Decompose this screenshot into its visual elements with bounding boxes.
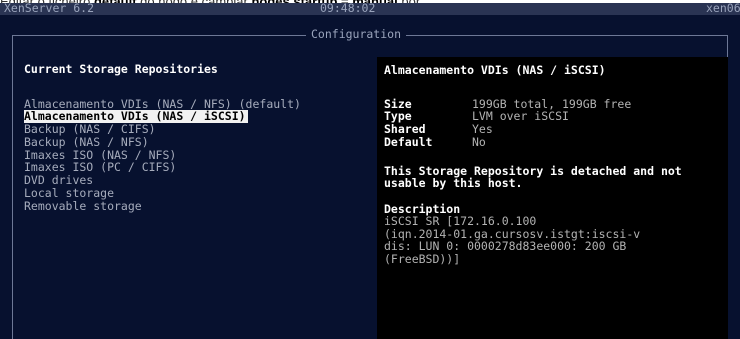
sr-item-label: Removable storage bbox=[24, 199, 142, 213]
status-bar: XenServer 6.2 09:48:02 xen06 bbox=[0, 3, 740, 15]
sr-item[interactable]: DVD drives bbox=[24, 174, 376, 187]
panel-heading: Current Storage Repositories bbox=[24, 62, 218, 76]
sr-item[interactable]: Local storage bbox=[24, 187, 376, 200]
properties-table: Size 199GB total, 199GB free Type LVM over … bbox=[384, 97, 722, 149]
property-row: Default No bbox=[384, 136, 722, 149]
property-value: Yes bbox=[472, 122, 493, 137]
sr-item-label: Almacenamento VDIs (NAS / iSCSI) bbox=[24, 110, 248, 124]
hostname: xen06 bbox=[706, 3, 740, 15]
sr-item-label: DVD drives bbox=[24, 174, 94, 188]
product-name: XenServer 6.2 bbox=[4, 3, 95, 15]
storage-list-panel: Current Storage Repositories Almacenamen… bbox=[24, 63, 376, 213]
clock: 09:48:02 bbox=[320, 3, 376, 15]
xsconsole-screen: XenServer 6.2 09:48:02 xen06 Configurati… bbox=[0, 3, 740, 339]
sr-item[interactable]: Removable storage bbox=[24, 200, 376, 213]
sr-item[interactable]: Backup (NAS / CIFS) bbox=[24, 123, 376, 136]
sr-item[interactable]: Backup (NAS / NFS) bbox=[24, 136, 376, 149]
sr-item[interactable]: Imaxes ISO (PC / CIFS) bbox=[24, 161, 376, 174]
sr-item[interactable]: Almacenamento VDIs (NAS / iSCSI) bbox=[24, 110, 376, 124]
frame-left-border bbox=[12, 35, 13, 339]
property-row: Shared Yes bbox=[384, 123, 722, 136]
sr-item[interactable]: Almacenamento VDIs (NAS / NFS) (default) bbox=[24, 98, 376, 111]
details-title: Almacenamento VDIs (NAS / iSCSI) bbox=[384, 63, 606, 77]
sr-item-label: Local storage bbox=[24, 187, 115, 200]
property-value: No bbox=[472, 134, 486, 149]
sr-item-label: Almacenamento VDIs (NAS / NFS) (default) bbox=[24, 97, 301, 111]
sr-item-label: Backup (NAS / CIFS) bbox=[24, 123, 156, 136]
detached-notice: This Storage Repository is detached and … bbox=[384, 163, 682, 191]
property-row: Type LVM over iSCSI bbox=[384, 110, 722, 123]
description-text: iSCSI SR [172.16.0.100 (iqn.2014-01.ga.c… bbox=[384, 214, 641, 266]
sr-item-label: Backup (NAS / NFS) bbox=[24, 135, 149, 149]
property-key: Default bbox=[384, 134, 433, 149]
sr-item-label: Imaxes ISO (PC / CIFS) bbox=[24, 161, 177, 175]
frame-title: Configuration bbox=[306, 28, 407, 41]
sr-item[interactable]: Imaxes ISO (NAS / NFS) bbox=[24, 149, 376, 162]
storage-repository-list[interactable]: Almacenamento VDIs (NAS / NFS) (default)… bbox=[24, 98, 376, 213]
details-panel: Almacenamento VDIs (NAS / iSCSI) Size 199… bbox=[377, 57, 728, 339]
sr-item-label: Imaxes ISO (NAS / NFS) bbox=[24, 148, 177, 162]
property-key: Shared bbox=[384, 122, 426, 137]
